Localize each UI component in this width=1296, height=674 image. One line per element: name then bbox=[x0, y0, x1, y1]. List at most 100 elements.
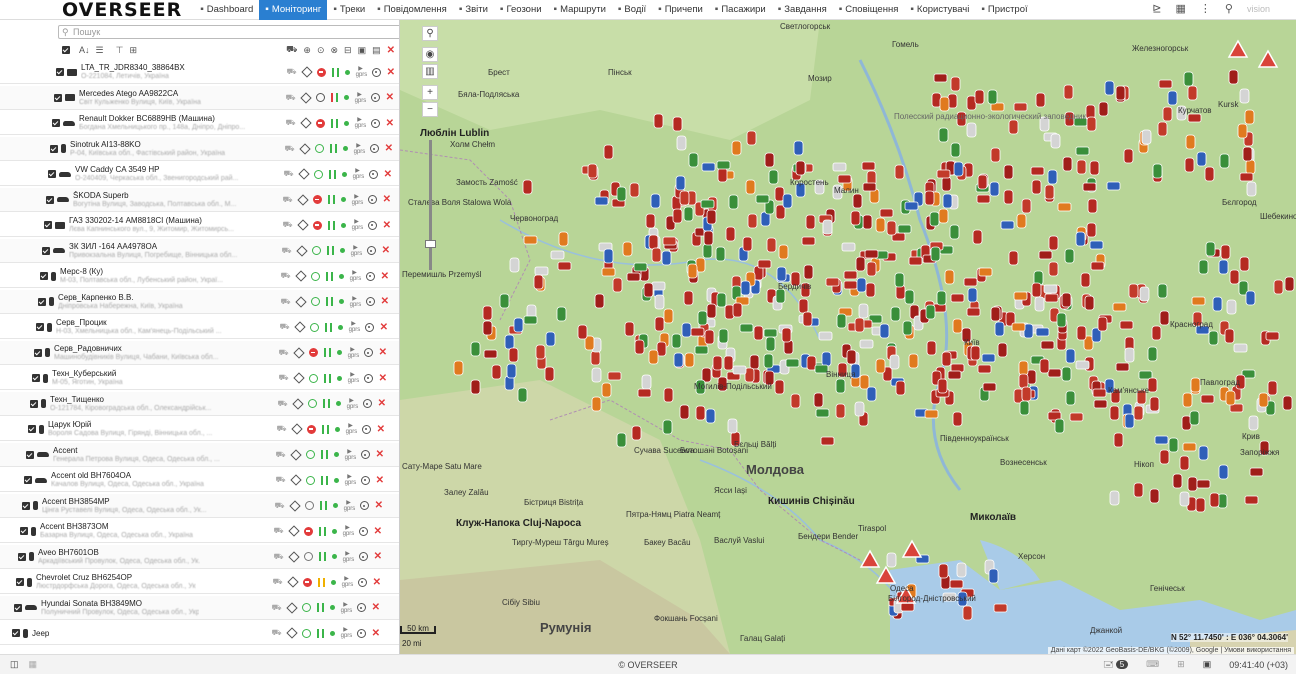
vehicle-marker[interactable] bbox=[706, 209, 717, 225]
vehicle-marker[interactable] bbox=[974, 89, 985, 105]
vehicle-marker[interactable] bbox=[1097, 316, 1108, 332]
target-icon[interactable] bbox=[357, 577, 367, 587]
display-icon[interactable]: ▣ bbox=[1203, 659, 1212, 670]
map-view-button[interactable]: ◉ bbox=[422, 47, 438, 62]
locate-icon[interactable] bbox=[294, 270, 307, 282]
vehicle-marker[interactable] bbox=[717, 167, 728, 183]
vehicle-marker[interactable] bbox=[1047, 169, 1058, 185]
status-icon[interactable] bbox=[311, 246, 321, 255]
vehicle-marker[interactable] bbox=[673, 352, 684, 368]
select-all-checkbox[interactable] bbox=[62, 46, 70, 54]
vehicle-marker[interactable] bbox=[1196, 151, 1207, 167]
status-icon[interactable] bbox=[308, 373, 318, 383]
unit-row[interactable]: Accent BH3873OM Базарна Вулиця, Одеса, Од… bbox=[0, 519, 399, 543]
nav-item-5[interactable]: ▪ Геозони bbox=[494, 0, 548, 20]
vehicle-marker[interactable] bbox=[1080, 272, 1091, 288]
vehicle-marker[interactable] bbox=[843, 280, 858, 290]
vehicle-marker[interactable] bbox=[1244, 109, 1255, 125]
vehicle-marker[interactable] bbox=[778, 244, 789, 260]
vehicle-marker[interactable] bbox=[1229, 269, 1240, 285]
vehicle-marker[interactable] bbox=[745, 179, 756, 195]
vehicle-marker[interactable] bbox=[1119, 320, 1134, 330]
vehicle-marker[interactable] bbox=[749, 354, 760, 370]
vehicle-marker[interactable] bbox=[534, 266, 549, 276]
vehicle-marker[interactable] bbox=[522, 179, 533, 195]
vehicle-marker[interactable] bbox=[1021, 386, 1032, 402]
vehicle-marker[interactable] bbox=[1195, 497, 1206, 513]
vehicle-marker[interactable] bbox=[1061, 366, 1072, 382]
locate-icon[interactable] bbox=[289, 448, 302, 461]
vehicle-marker[interactable] bbox=[453, 360, 464, 376]
vehicle-marker[interactable] bbox=[1061, 292, 1072, 308]
vehicle-marker[interactable] bbox=[1258, 392, 1269, 408]
vehicle-marker[interactable] bbox=[634, 339, 645, 355]
vehicle-marker[interactable] bbox=[1267, 380, 1278, 396]
vehicle-marker[interactable] bbox=[672, 116, 683, 132]
vehicle-marker[interactable] bbox=[949, 224, 960, 240]
vehicle-marker[interactable] bbox=[1239, 172, 1254, 182]
vehicle-marker[interactable] bbox=[1149, 488, 1160, 504]
vehicle-marker[interactable] bbox=[732, 365, 747, 375]
fuel-icon[interactable]: ⛟ bbox=[276, 450, 286, 460]
vehicle-marker[interactable] bbox=[622, 241, 633, 257]
target-icon[interactable] bbox=[356, 628, 366, 638]
vehicle-marker[interactable] bbox=[683, 290, 694, 306]
vehicle-marker[interactable] bbox=[557, 261, 572, 271]
col-signal-icon[interactable]: ⊗ bbox=[330, 45, 338, 56]
vehicle-marker[interactable] bbox=[731, 140, 742, 156]
vehicle-marker[interactable] bbox=[1151, 325, 1162, 341]
vehicle-marker[interactable] bbox=[1092, 388, 1107, 398]
nav-item-13[interactable]: ▪ Пристрої bbox=[975, 0, 1033, 20]
vehicle-marker[interactable] bbox=[626, 272, 641, 282]
remove-icon[interactable]: ✕ bbox=[375, 500, 383, 511]
vehicle-marker[interactable] bbox=[803, 264, 814, 280]
vehicle-marker[interactable] bbox=[594, 196, 609, 206]
vehicle-marker[interactable] bbox=[1162, 106, 1173, 122]
status-icon[interactable] bbox=[310, 271, 320, 281]
vehicle-marker[interactable] bbox=[1265, 331, 1280, 341]
vehicle-marker[interactable] bbox=[1106, 181, 1121, 191]
locate-icon[interactable] bbox=[297, 168, 310, 180]
unit-row[interactable]: Царук Юрій Вороля Садова Вулиця, Гірянді,… bbox=[0, 417, 399, 441]
vehicle-marker[interactable] bbox=[704, 329, 715, 345]
nav-item-0[interactable]: ▪ Dashboard bbox=[194, 0, 259, 20]
vehicle-marker[interactable] bbox=[654, 316, 665, 332]
unit-checkbox[interactable] bbox=[38, 297, 46, 306]
vehicle-marker[interactable] bbox=[864, 249, 879, 259]
fuel-icon[interactable]: ⛟ bbox=[279, 348, 289, 358]
vehicle-marker[interactable] bbox=[1062, 156, 1073, 172]
vehicle-marker[interactable] bbox=[1282, 395, 1293, 411]
vehicle-marker[interactable] bbox=[966, 122, 977, 138]
zoom-slider-track[interactable] bbox=[429, 140, 432, 270]
vehicle-marker[interactable] bbox=[966, 307, 981, 317]
vehicle-marker[interactable] bbox=[894, 164, 905, 180]
vehicle-marker[interactable] bbox=[603, 248, 614, 264]
vehicle-marker[interactable] bbox=[483, 349, 498, 359]
vehicle-marker[interactable] bbox=[1198, 445, 1209, 461]
vehicle-marker[interactable] bbox=[653, 113, 664, 129]
vehicle-marker[interactable] bbox=[1147, 346, 1158, 362]
vehicle-marker[interactable] bbox=[687, 263, 698, 279]
vehicle-marker[interactable] bbox=[930, 246, 941, 262]
vehicle-marker[interactable] bbox=[1040, 340, 1055, 350]
locate-icon[interactable] bbox=[295, 244, 308, 257]
filter-all-icon[interactable]: ⊞ bbox=[129, 45, 137, 56]
apps-grid-icon[interactable]: ▦ bbox=[1176, 2, 1186, 15]
unit-checkbox[interactable] bbox=[20, 527, 28, 535]
vehicle-marker[interactable] bbox=[1063, 84, 1074, 100]
vehicle-marker[interactable] bbox=[1021, 198, 1032, 214]
fuel-icon[interactable]: ⛟ bbox=[273, 577, 283, 587]
vehicle-marker[interactable] bbox=[506, 363, 517, 379]
locate-icon[interactable] bbox=[285, 601, 298, 614]
locate-icon[interactable] bbox=[292, 372, 305, 384]
vehicle-marker[interactable] bbox=[937, 378, 948, 394]
remove-icon[interactable]: ✕ bbox=[373, 577, 381, 588]
vehicle-marker[interactable] bbox=[763, 353, 774, 369]
vehicle-marker[interactable] bbox=[499, 293, 510, 309]
vehicle-marker[interactable] bbox=[852, 193, 863, 209]
vehicle-marker[interactable] bbox=[1157, 283, 1168, 299]
vehicle-marker[interactable] bbox=[904, 201, 919, 211]
vehicle-marker[interactable] bbox=[982, 382, 997, 392]
vehicle-marker[interactable] bbox=[702, 243, 713, 259]
vehicle-marker[interactable] bbox=[587, 163, 598, 179]
